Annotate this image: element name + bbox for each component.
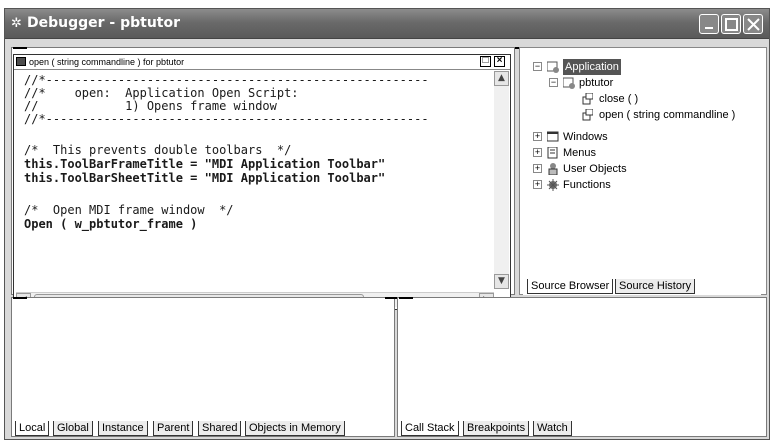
tree-label: Application <box>563 59 621 75</box>
maximize-button[interactable] <box>721 14 741 34</box>
tab-call-stack[interactable]: Call Stack <box>401 421 459 436</box>
script-title: open ( string commandline ) for pbtutor <box>29 57 185 67</box>
tab-shared[interactable]: Shared <box>198 421 242 436</box>
code-line[interactable]: this.ToolBarSheetTitle = "MDI Applicatio… <box>24 171 385 185</box>
user-object-icon <box>548 163 558 175</box>
code-line[interactable]: /* This prevents double toolbars */ <box>24 143 291 157</box>
script-title-bar[interactable]: open ( string commandline ) for pbtutor … <box>14 55 510 70</box>
pane-splitter-mark[interactable] <box>399 297 413 299</box>
call-stack-tabs: Call Stack Breakpoints Watch <box>401 421 761 437</box>
tab-source-history[interactable]: Source History <box>615 279 696 294</box>
tree-label: Windows <box>563 131 608 143</box>
debugger-window: ✲ Debugger - pbtutor open ( string comma… <box>4 8 770 440</box>
minimize-button[interactable] <box>699 14 719 34</box>
tab-objects-in-memory[interactable]: Objects in Memory <box>245 421 345 436</box>
tab-parent[interactable]: Parent <box>153 421 194 436</box>
code-line[interactable]: /* Open MDI frame window */ <box>24 203 234 217</box>
collapse-icon[interactable]: − <box>533 62 542 71</box>
code-line[interactable]: //*-------------------------------------… <box>24 112 429 126</box>
expand-icon[interactable]: + <box>533 132 542 141</box>
tree-label: pbtutor <box>579 77 614 89</box>
event-icon <box>582 109 593 121</box>
close-button[interactable] <box>743 14 763 34</box>
tree-label: close ( ) <box>599 93 639 105</box>
code-line[interactable]: // 1) Opens frame window <box>24 99 277 113</box>
expand-icon[interactable]: + <box>533 164 542 173</box>
collapse-icon[interactable]: − <box>549 78 558 87</box>
tree-label: Functions <box>563 179 611 191</box>
variables-tabs: Local Global Instance Parent Shared Obje… <box>15 421 385 437</box>
window-icon <box>547 131 559 142</box>
tree-label: User Objects <box>563 163 627 175</box>
vertical-scrollbar[interactable]: ▲ ▼ <box>494 71 509 289</box>
bug-icon: ✲ <box>11 16 22 31</box>
tree-label: open ( string commandline ) <box>599 109 736 121</box>
script-window: open ( string commandline ) for pbtutor … <box>13 54 511 310</box>
title-bar[interactable]: ✲ Debugger - pbtutor <box>5 9 769 39</box>
tab-instance[interactable]: Instance <box>98 421 148 436</box>
source-tabs: Source Browser Source History <box>523 279 763 295</box>
pane-splitter-mark[interactable] <box>13 297 27 299</box>
code-line[interactable]: //*-------------------------------------… <box>24 73 429 87</box>
event-icon <box>582 93 593 105</box>
scroll-down-icon[interactable]: ▼ <box>494 274 509 289</box>
gear-icon <box>547 179 559 191</box>
menu-icon <box>547 147 558 159</box>
tab-breakpoints[interactable]: Breakpoints <box>463 421 530 436</box>
variables-pane <box>11 297 395 437</box>
call-stack-pane <box>397 297 767 437</box>
scroll-up-icon[interactable]: ▲ <box>494 71 509 86</box>
window-title: Debugger - pbtutor <box>27 15 181 31</box>
code-line[interactable]: Open ( w_pbtutor_frame ) <box>24 217 197 231</box>
tab-source-browser[interactable]: Source Browser <box>527 279 614 294</box>
application-icon <box>547 61 559 73</box>
source-browser-tree: − Application − pbtutor close ( ) open (… <box>523 53 761 295</box>
pane-splitter-mark[interactable] <box>13 47 27 49</box>
tab-local[interactable]: Local <box>15 421 50 436</box>
restore-button[interactable]: □ <box>480 56 491 67</box>
expand-icon[interactable]: + <box>533 180 542 189</box>
tree-label: Menus <box>563 147 597 159</box>
application-icon <box>563 77 575 89</box>
script-code[interactable]: //*-------------------------------------… <box>16 71 494 289</box>
script-close-button[interactable]: × <box>494 56 505 67</box>
script-icon <box>16 57 26 66</box>
code-line[interactable]: //* open: Application Open Script: <box>24 86 299 100</box>
expand-icon[interactable]: + <box>533 148 542 157</box>
tab-global[interactable]: Global <box>53 421 93 436</box>
debugger-client-area: open ( string commandline ) for pbtutor … <box>5 39 769 439</box>
tab-watch[interactable]: Watch <box>533 421 572 436</box>
code-line[interactable]: this.ToolBarFrameTitle = "MDI Applicatio… <box>24 157 385 171</box>
